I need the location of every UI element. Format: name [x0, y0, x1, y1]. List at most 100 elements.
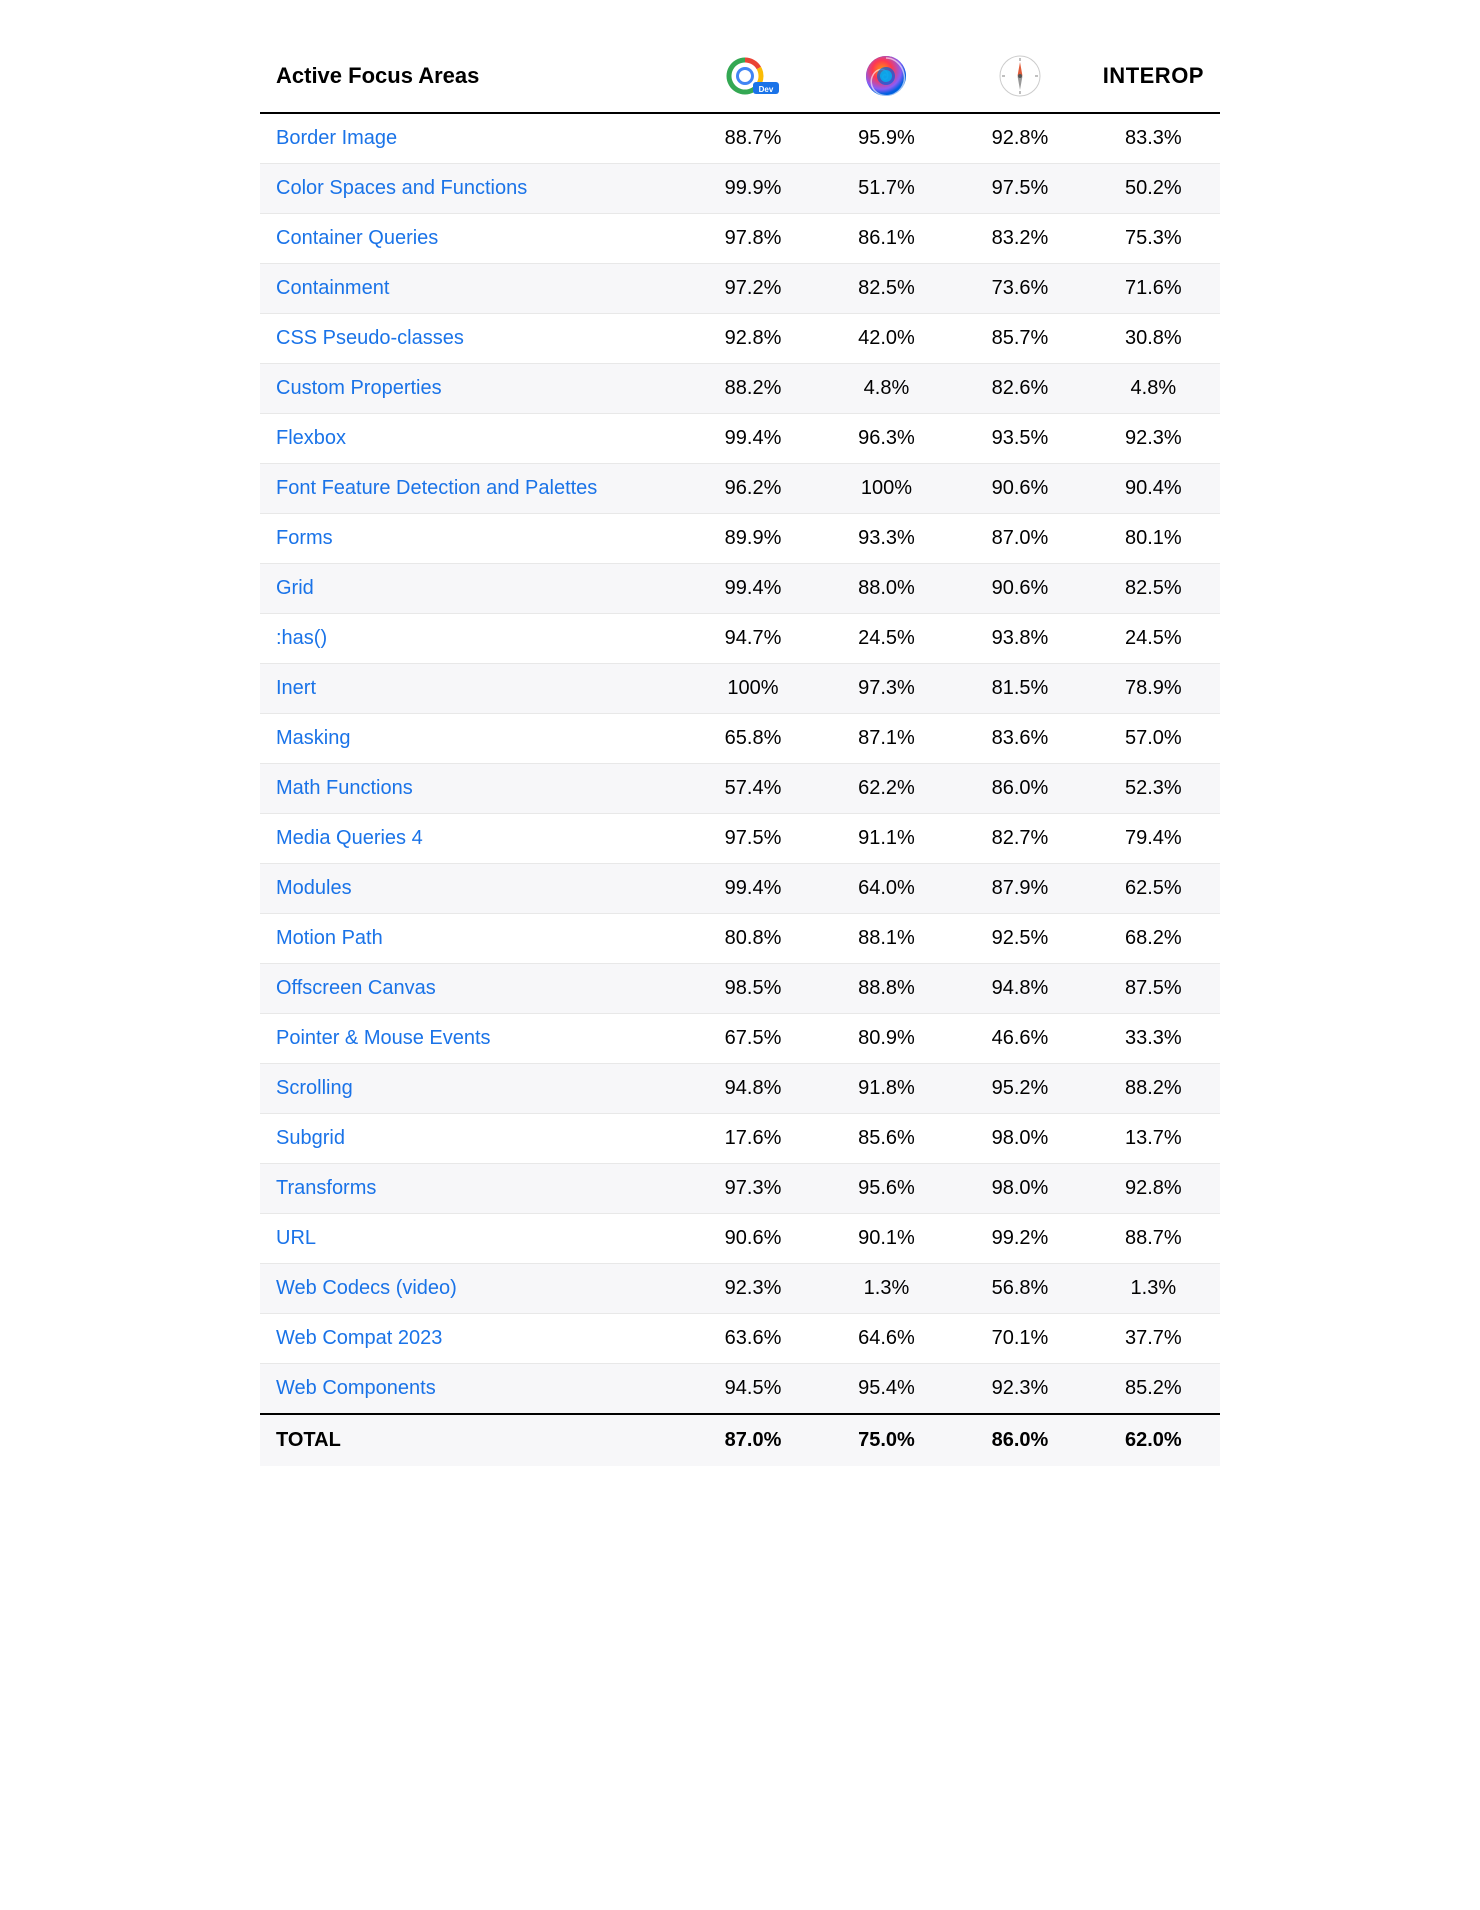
focus-areas-table: Active Focus Areas [260, 40, 1220, 1466]
table-row[interactable]: Transforms 97.3% 95.6% 98.0% 92.8% [260, 1164, 1220, 1214]
row-chrome: 88.2% [686, 364, 819, 414]
row-name[interactable]: Font Feature Detection and Palettes [260, 464, 686, 514]
table-row[interactable]: URL 90.6% 90.1% 99.2% 88.7% [260, 1214, 1220, 1264]
row-name[interactable]: Containment [260, 264, 686, 314]
row-name[interactable]: Web Codecs (video) [260, 1264, 686, 1314]
table-row[interactable]: Containment 97.2% 82.5% 73.6% 71.6% [260, 264, 1220, 314]
row-name[interactable]: Color Spaces and Functions [260, 164, 686, 214]
row-firefox: 82.5% [820, 264, 953, 314]
row-name[interactable]: Offscreen Canvas [260, 964, 686, 1014]
total-interop: 62.0% [1087, 1414, 1220, 1466]
table-row[interactable]: Subgrid 17.6% 85.6% 98.0% 13.7% [260, 1114, 1220, 1164]
row-interop: 33.3% [1087, 1014, 1220, 1064]
row-firefox: 96.3% [820, 414, 953, 464]
row-chrome: 97.8% [686, 214, 819, 264]
table-row[interactable]: Web Codecs (video) 92.3% 1.3% 56.8% 1.3% [260, 1264, 1220, 1314]
main-container: Active Focus Areas [260, 40, 1220, 1466]
row-name[interactable]: :has() [260, 614, 686, 664]
row-firefox: 86.1% [820, 214, 953, 264]
table-row[interactable]: Font Feature Detection and Palettes 96.2… [260, 464, 1220, 514]
table-row[interactable]: Custom Properties 88.2% 4.8% 82.6% 4.8% [260, 364, 1220, 414]
table-row[interactable]: :has() 94.7% 24.5% 93.8% 24.5% [260, 614, 1220, 664]
row-name[interactable]: Motion Path [260, 914, 686, 964]
row-chrome: 94.8% [686, 1064, 819, 1114]
row-name[interactable]: Masking [260, 714, 686, 764]
row-name[interactable]: Scrolling [260, 1064, 686, 1114]
row-chrome: 89.9% [686, 514, 819, 564]
row-interop: 92.3% [1087, 414, 1220, 464]
table-row[interactable]: Flexbox 99.4% 96.3% 93.5% 92.3% [260, 414, 1220, 464]
table-row[interactable]: Container Queries 97.8% 86.1% 83.2% 75.3… [260, 214, 1220, 264]
table-row[interactable]: Pointer & Mouse Events 67.5% 80.9% 46.6%… [260, 1014, 1220, 1064]
row-name[interactable]: Inert [260, 664, 686, 714]
row-name[interactable]: Web Compat 2023 [260, 1314, 686, 1364]
row-firefox: 95.9% [820, 113, 953, 164]
row-firefox: 91.8% [820, 1064, 953, 1114]
table-row[interactable]: Math Functions 57.4% 62.2% 86.0% 52.3% [260, 764, 1220, 814]
row-name[interactable]: URL [260, 1214, 686, 1264]
row-firefox: 88.8% [820, 964, 953, 1014]
table-row[interactable]: Masking 65.8% 87.1% 83.6% 57.0% [260, 714, 1220, 764]
row-interop: 78.9% [1087, 664, 1220, 714]
row-safari: 92.8% [953, 113, 1086, 164]
row-name[interactable]: Grid [260, 564, 686, 614]
row-interop: 24.5% [1087, 614, 1220, 664]
row-chrome: 80.8% [686, 914, 819, 964]
chrome-dev-icon: Dev [725, 56, 781, 96]
row-safari: 85.7% [953, 314, 1086, 364]
table-row[interactable]: Grid 99.4% 88.0% 90.6% 82.5% [260, 564, 1220, 614]
table-row[interactable]: Web Components 94.5% 95.4% 92.3% 85.2% [260, 1364, 1220, 1415]
row-firefox: 85.6% [820, 1114, 953, 1164]
row-interop: 80.1% [1087, 514, 1220, 564]
row-firefox: 95.6% [820, 1164, 953, 1214]
row-name[interactable]: Subgrid [260, 1114, 686, 1164]
row-name[interactable]: Modules [260, 864, 686, 914]
row-chrome: 94.7% [686, 614, 819, 664]
row-chrome: 99.4% [686, 864, 819, 914]
row-chrome: 88.7% [686, 113, 819, 164]
row-chrome: 92.8% [686, 314, 819, 364]
firefox-icon [864, 54, 908, 98]
table-row[interactable]: Scrolling 94.8% 91.8% 95.2% 88.2% [260, 1064, 1220, 1114]
table-row[interactable]: Forms 89.9% 93.3% 87.0% 80.1% [260, 514, 1220, 564]
row-firefox: 90.1% [820, 1214, 953, 1264]
row-name[interactable]: Custom Properties [260, 364, 686, 414]
row-name[interactable]: Flexbox [260, 414, 686, 464]
row-name[interactable]: Web Components [260, 1364, 686, 1415]
row-safari: 93.5% [953, 414, 1086, 464]
row-firefox: 1.3% [820, 1264, 953, 1314]
table-row[interactable]: Offscreen Canvas 98.5% 88.8% 94.8% 87.5% [260, 964, 1220, 1014]
row-name[interactable]: Border Image [260, 113, 686, 164]
row-name[interactable]: Math Functions [260, 764, 686, 814]
table-row[interactable]: Border Image 88.7% 95.9% 92.8% 83.3% [260, 113, 1220, 164]
row-firefox: 42.0% [820, 314, 953, 364]
row-name[interactable]: Transforms [260, 1164, 686, 1214]
row-interop: 52.3% [1087, 764, 1220, 814]
row-chrome: 97.2% [686, 264, 819, 314]
row-safari: 82.6% [953, 364, 1086, 414]
table-row[interactable]: Inert 100% 97.3% 81.5% 78.9% [260, 664, 1220, 714]
row-safari: 99.2% [953, 1214, 1086, 1264]
table-row[interactable]: Color Spaces and Functions 99.9% 51.7% 9… [260, 164, 1220, 214]
row-name[interactable]: Pointer & Mouse Events [260, 1014, 686, 1064]
table-row[interactable]: CSS Pseudo-classes 92.8% 42.0% 85.7% 30.… [260, 314, 1220, 364]
table-row[interactable]: Modules 99.4% 64.0% 87.9% 62.5% [260, 864, 1220, 914]
row-name[interactable]: Container Queries [260, 214, 686, 264]
row-interop: 30.8% [1087, 314, 1220, 364]
area-header: Active Focus Areas [260, 40, 686, 113]
row-name[interactable]: Media Queries 4 [260, 814, 686, 864]
table-row[interactable]: Media Queries 4 97.5% 91.1% 82.7% 79.4% [260, 814, 1220, 864]
row-firefox: 4.8% [820, 364, 953, 414]
row-chrome: 92.3% [686, 1264, 819, 1314]
total-row: TOTAL 87.0% 75.0% 86.0% 62.0% [260, 1414, 1220, 1466]
row-name[interactable]: Forms [260, 514, 686, 564]
row-firefox: 51.7% [820, 164, 953, 214]
table-row[interactable]: Motion Path 80.8% 88.1% 92.5% 68.2% [260, 914, 1220, 964]
row-name[interactable]: CSS Pseudo-classes [260, 314, 686, 364]
row-firefox: 64.6% [820, 1314, 953, 1364]
table-row[interactable]: Web Compat 2023 63.6% 64.6% 70.1% 37.7% [260, 1314, 1220, 1364]
row-chrome: 96.2% [686, 464, 819, 514]
firefox-header [820, 40, 953, 113]
total-firefox: 75.0% [820, 1414, 953, 1466]
row-interop: 50.2% [1087, 164, 1220, 214]
